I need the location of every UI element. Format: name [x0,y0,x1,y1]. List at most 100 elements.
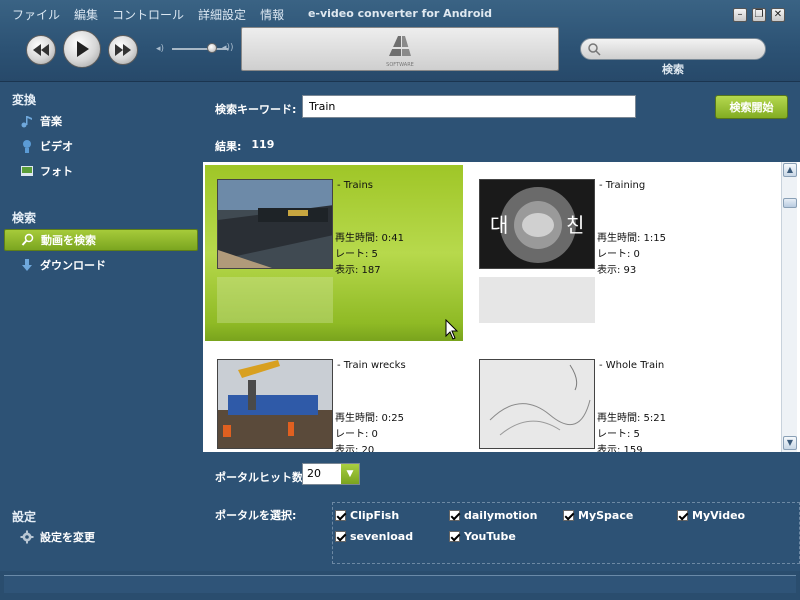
result-card[interactable]: - Whole Train 再生時間: 5:21 レート: 5 表示: 159 [467,345,725,452]
status-bar-panel [4,575,796,593]
video-thumbnail [479,359,595,449]
sidebar-heading-settings: 設定 [12,510,37,524]
sidebar-item-label: 設定を変更 [40,531,95,544]
result-duration: 再生時間: 5:21 [597,413,667,424]
portal-checkbox-youtube[interactable]: YouTube [449,530,516,543]
fast-forward-button[interactable] [108,35,138,65]
portal-label: sevenload [350,530,414,543]
result-card[interactable]: - Train wrecks 再生時間: 0:25 レート: 0 表示: 20 [205,345,463,452]
software-logo: SOFTWARE [384,34,416,68]
sidebar-item-change-settings[interactable]: 設定を変更 [4,526,198,548]
sidebar-item-download[interactable]: ダウンロード [4,254,198,276]
result-duration: 再生時間: 0:41 [335,233,405,244]
result-rating: レート: 0 [597,249,640,260]
portal-checkbox-myspace[interactable]: MySpace [563,509,633,522]
sidebar-item-video[interactable]: ビデオ [4,135,198,157]
result-title: - Train wrecks [337,360,406,371]
rewind-icon [33,44,49,56]
thumbnail-reflection [217,277,333,323]
top-search-label: 検索 [662,63,684,76]
result-duration: 再生時間: 1:15 [597,233,667,244]
portal-label: MyVideo [692,509,746,522]
volume-slider-track[interactable] [172,48,228,50]
app-title: e-video converter for Android [307,7,493,20]
checkbox[interactable] [563,510,574,521]
result-duration: 再生時間: 0:25 [335,413,405,424]
portal-hits-value: 20 [307,467,321,480]
checkbox[interactable] [677,510,688,521]
portal-label: YouTube [464,530,516,543]
checkbox[interactable] [335,531,346,542]
keyword-label: 検索キーワード: [215,103,297,116]
result-label: 結果: [215,140,242,153]
portal-checkbox-sevenload[interactable]: sevenload [335,530,413,543]
checkbox[interactable] [449,531,460,542]
results-list[interactable]: - Trains 再生時間: 0:41 レート: 5 表示: 187 대 친 -… [203,162,800,452]
results-scrollbar[interactable]: ▲ ▼ [781,162,797,452]
mouse-cursor-icon [445,319,459,340]
result-count: 119 [251,138,275,151]
portal-select-label: ポータルを選択: [215,509,297,522]
video-icon [23,140,31,153]
scroll-down-button[interactable]: ▼ [783,436,797,450]
sidebar-item-video-search[interactable]: 動画を検索 [4,229,198,251]
result-rating: レート: 5 [597,429,640,440]
sidebar-item-label: ビデオ [40,140,73,153]
search-icon [588,43,601,56]
restore-button[interactable]: ❐ [752,8,766,22]
minimize-button[interactable]: – [733,8,747,22]
sidebar-item-photo[interactable]: フォト [4,160,198,182]
result-title: - Whole Train [599,360,665,371]
portal-checkbox-myvideo[interactable]: MyVideo [677,509,745,522]
checkbox[interactable] [449,510,460,521]
play-icon [77,41,89,57]
video-thumbnail [217,359,333,449]
start-search-button[interactable]: 検索開始 [715,95,788,119]
keyword-input[interactable] [302,95,636,118]
scroll-up-button[interactable]: ▲ [783,163,797,177]
music-icon [21,116,32,128]
scrollbar-thumb[interactable] [783,198,797,208]
chevron-down-icon[interactable]: ▼ [341,464,359,484]
thumbnail-reflection [479,277,595,323]
rewind-button[interactable] [26,35,56,65]
portal-label: dailymotion [464,509,538,522]
result-title: - Training [599,180,646,191]
play-button[interactable] [63,30,101,68]
sidebar-heading-search: 検索 [12,211,37,225]
status-bar [0,571,800,600]
svg-text:대: 대 [490,213,508,237]
result-card[interactable]: - Trains 再生時間: 0:41 レート: 5 表示: 187 [205,165,463,341]
sidebar-item-label: 動画を検索 [41,234,96,247]
top-search-input[interactable] [580,38,766,60]
result-rating: レート: 5 [335,249,378,260]
volume-low-icon: ◂) [156,44,165,54]
sidebar-item-label: 音楽 [40,115,62,128]
portal-hits-select[interactable]: 20 ▼ [302,463,360,485]
sidebar-heading-convert: 変換 [12,93,37,107]
result-count-line: 結果: 119 [215,138,274,154]
logo-text: SOFTWARE [386,62,414,68]
result-views: 表示: 159 [597,445,643,452]
sidebar-item-music[interactable]: 音楽 [4,110,198,132]
photo-icon [21,166,33,176]
volume-high-icon: ◂)) [222,43,234,53]
result-card[interactable]: 대 친 - Training 再生時間: 1:15 レート: 0 表示: 93 [467,165,725,341]
volume-slider-handle[interactable] [207,43,217,53]
portal-hits-label: ポータルヒット数: [215,471,308,484]
close-button[interactable]: ✕ [771,8,785,22]
sidebar: 変換 音楽 ビデオ フォト 検索 動画を検索 ダウンロード 設定 設定を変更 [0,83,200,570]
video-thumbnail [217,179,333,269]
now-playing-display: SOFTWARE [241,27,559,71]
result-title: - Trains [337,180,373,191]
portal-checkbox-dailymotion[interactable]: dailymotion [449,509,537,522]
portal-checkbox-group: ClipFish dailymotion MySpace MyVideo sev… [332,502,800,564]
result-views: 表示: 20 [335,445,375,452]
search-icon [21,233,34,246]
sidebar-item-label: ダウンロード [40,259,106,272]
checkbox[interactable] [335,510,346,521]
fast-forward-icon [115,44,131,56]
download-icon [22,259,32,271]
portal-checkbox-clipfish[interactable]: ClipFish [335,509,399,522]
logo-icon [389,36,411,56]
